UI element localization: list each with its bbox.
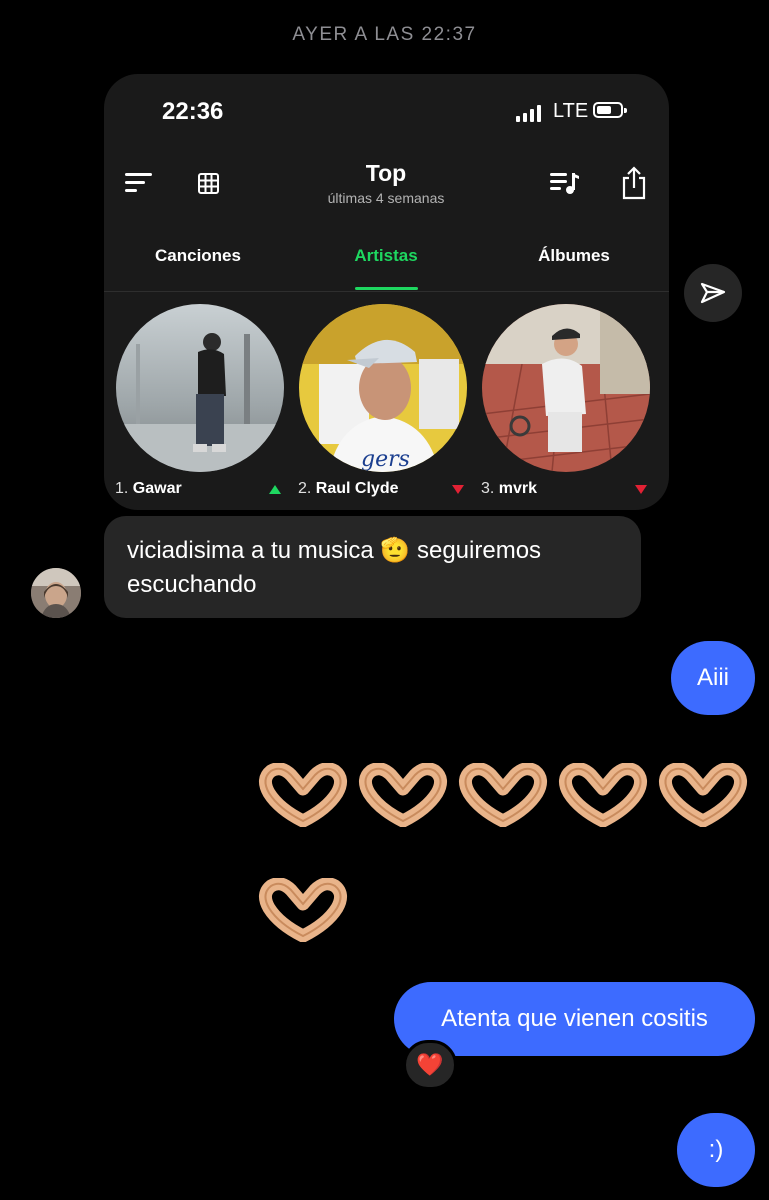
heart-hands-row xyxy=(253,763,753,833)
artist-photo xyxy=(116,304,284,472)
heart-hands-icon xyxy=(253,763,353,833)
shared-screenshot[interactable]: 22:36 LTE Top últimas 4 semanas Cancione… xyxy=(104,74,669,510)
send-icon[interactable] xyxy=(684,264,742,322)
sort-icon[interactable] xyxy=(124,170,154,194)
artist-photo xyxy=(482,304,650,472)
avatar[interactable] xyxy=(31,568,81,618)
heart-hands-icon xyxy=(553,763,653,833)
artist-item-3[interactable]: 3. mvrk xyxy=(481,304,651,504)
outgoing-message[interactable]: Aiii xyxy=(671,641,755,715)
artist-label: 3. mvrk xyxy=(481,480,538,497)
outgoing-message[interactable]: :) xyxy=(677,1113,755,1187)
page-title: Top xyxy=(365,160,407,186)
incoming-message[interactable]: viciadisima a tu musica 🫡 seguiremos esc… xyxy=(104,516,641,618)
signal-icon xyxy=(516,104,541,122)
reaction-emoji: ❤️ xyxy=(416,1052,444,1077)
message-timestamp: AYER A LAS 22:37 xyxy=(292,24,477,45)
battery-icon xyxy=(593,102,627,118)
playlist-icon[interactable] xyxy=(550,171,580,195)
artist-photo: gers xyxy=(299,304,467,472)
status-time: 22:36 xyxy=(162,98,224,125)
heart-hands-icon xyxy=(353,763,453,833)
page-subtitle: últimas 4 semanas xyxy=(327,190,445,206)
grid-icon[interactable] xyxy=(197,172,219,194)
tab-divider xyxy=(104,291,669,292)
heart-hands-icon xyxy=(453,763,553,833)
salute-emoji-icon: 🫡 xyxy=(380,537,411,564)
artist-label: 1. Gawar xyxy=(115,480,182,497)
heart-hands-icon xyxy=(253,878,353,948)
trend-down-icon xyxy=(635,485,647,494)
outgoing-message[interactable]: Atenta que vienen cositis xyxy=(394,982,755,1056)
tab-albumes[interactable]: Álbumes xyxy=(524,246,624,266)
trend-up-icon xyxy=(269,485,281,494)
network-label: LTE xyxy=(553,100,589,122)
artist-item-1[interactable]: 1. Gawar xyxy=(115,304,285,504)
tab-artistas[interactable]: Artistas xyxy=(336,246,436,266)
heart-hands-icon xyxy=(653,763,753,833)
artist-label: 2. Raul Clyde xyxy=(298,480,399,497)
share-icon[interactable] xyxy=(621,166,647,200)
svg-text:gers: gers xyxy=(361,447,410,472)
trend-down-icon xyxy=(452,485,464,494)
heart-hands-row xyxy=(253,878,353,948)
heart-reaction-icon[interactable]: ❤️ xyxy=(403,1040,457,1090)
artist-item-2[interactable]: gers 2. Raul Clyde xyxy=(298,304,468,504)
tab-canciones[interactable]: Canciones xyxy=(148,246,248,266)
active-tab-indicator xyxy=(355,287,418,290)
